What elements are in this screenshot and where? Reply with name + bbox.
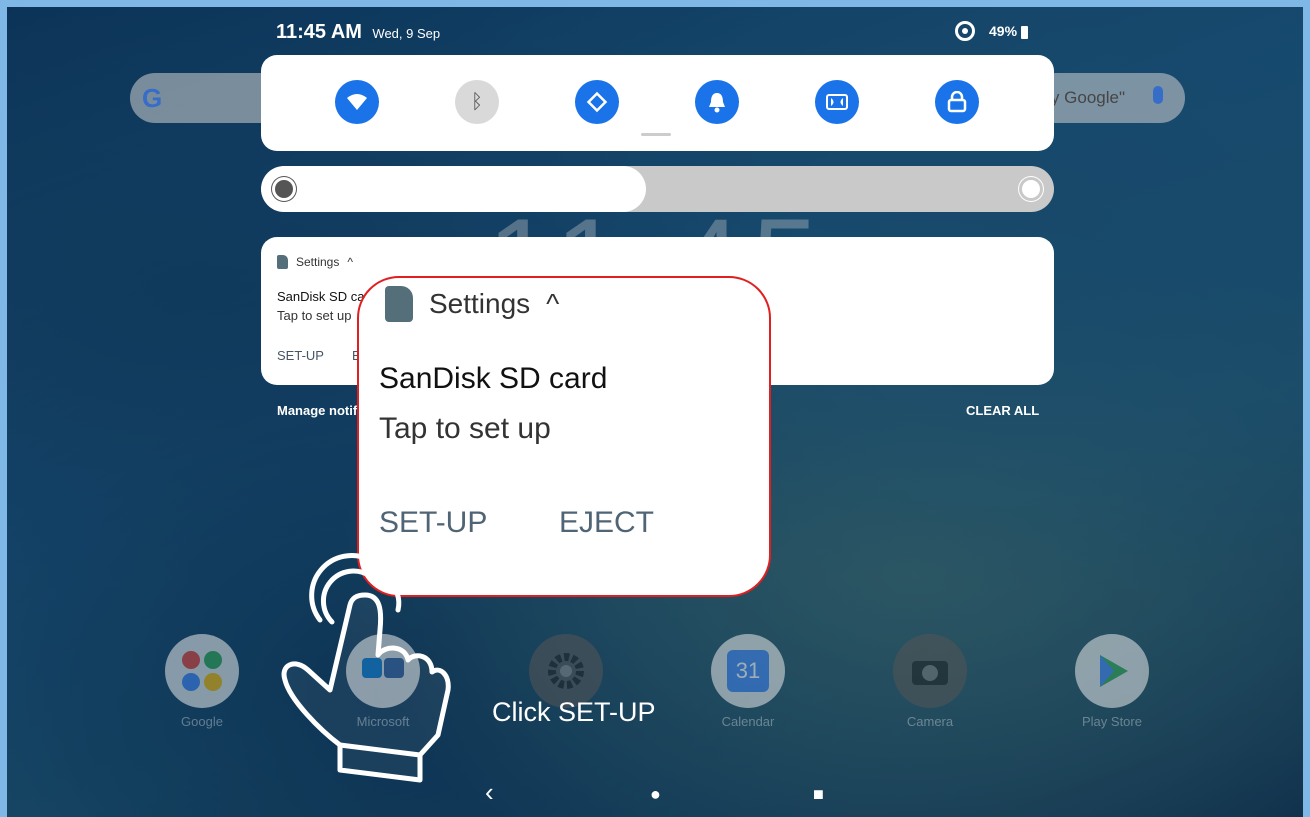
google-folder-icon [165, 634, 239, 708]
notification-header: Settings ^ [277, 255, 353, 269]
tap-hand-icon [281, 553, 451, 783]
app-label: Camera [906, 714, 954, 729]
brightness-high-icon [1022, 180, 1040, 198]
calendar-icon: 31 [711, 634, 785, 708]
date: Wed, 9 Sep [372, 26, 441, 41]
bluetooth-icon[interactable]: ᛒ [455, 80, 499, 124]
app-label: Play Store [1082, 714, 1142, 729]
app-label: Google [181, 714, 223, 729]
app-google[interactable]: Google [162, 634, 242, 729]
clear-all-button[interactable]: CLEAR ALL [966, 403, 1039, 418]
app-calendar[interactable]: 31 Calendar [708, 634, 788, 729]
notification-app-name: Settings [296, 255, 340, 269]
quick-settings-panel: ᛒ [261, 55, 1054, 151]
chevron-up-icon[interactable]: ^ [347, 255, 353, 269]
chevron-up-icon: ^ [546, 288, 560, 319]
bell-icon[interactable] [695, 80, 739, 124]
battery-icon [1021, 25, 1029, 39]
wifi-icon[interactable] [335, 80, 379, 124]
app-camera[interactable]: Camera [890, 634, 970, 729]
recents-button[interactable]: ■ [813, 784, 824, 805]
home-button[interactable]: ● [650, 784, 661, 805]
callout-title: SanDisk SD card [379, 362, 608, 395]
manage-notifications-link[interactable]: Manage notif [277, 403, 357, 418]
callout-eject-button: EJECT [559, 506, 655, 539]
status-bar: 11:45 AM Wed, 9 Sep [276, 21, 440, 44]
callout-app-name: Settings [429, 288, 531, 319]
play-store-icon [1075, 634, 1149, 708]
clock: 11:45 AM [276, 21, 362, 43]
camera-icon [893, 634, 967, 708]
battery-percent: 49% [989, 23, 1018, 39]
notification-text: Tap to set up [277, 308, 352, 323]
setup-button[interactable]: SET-UP [277, 348, 324, 363]
app-label: Calendar [721, 714, 775, 729]
dolby-icon[interactable] [815, 80, 859, 124]
brightness-low-icon [275, 180, 293, 198]
callout-setup-button[interactable]: SET-UP [379, 506, 487, 540]
back-button[interactable]: ‹ [485, 777, 494, 808]
callout-text: Tap to set up [379, 412, 551, 445]
panel-drag-handle[interactable] [641, 133, 671, 136]
app-play-store[interactable]: Play Store [1072, 634, 1152, 729]
calendar-badge: 31 [727, 650, 769, 692]
status-right: 49% [955, 21, 1029, 41]
auto-rotate-icon[interactable] [575, 80, 619, 124]
sd-card-icon [385, 286, 413, 322]
lock-rotation-icon[interactable] [935, 80, 979, 124]
sd-card-icon [277, 255, 288, 269]
callout-header: Settings ^ [385, 286, 559, 322]
brightness-slider[interactable] [261, 166, 1054, 212]
instruction-caption: Click SET-UP [492, 697, 656, 727]
settings-gear-icon[interactable] [955, 21, 975, 41]
brightness-fill [261, 166, 646, 212]
